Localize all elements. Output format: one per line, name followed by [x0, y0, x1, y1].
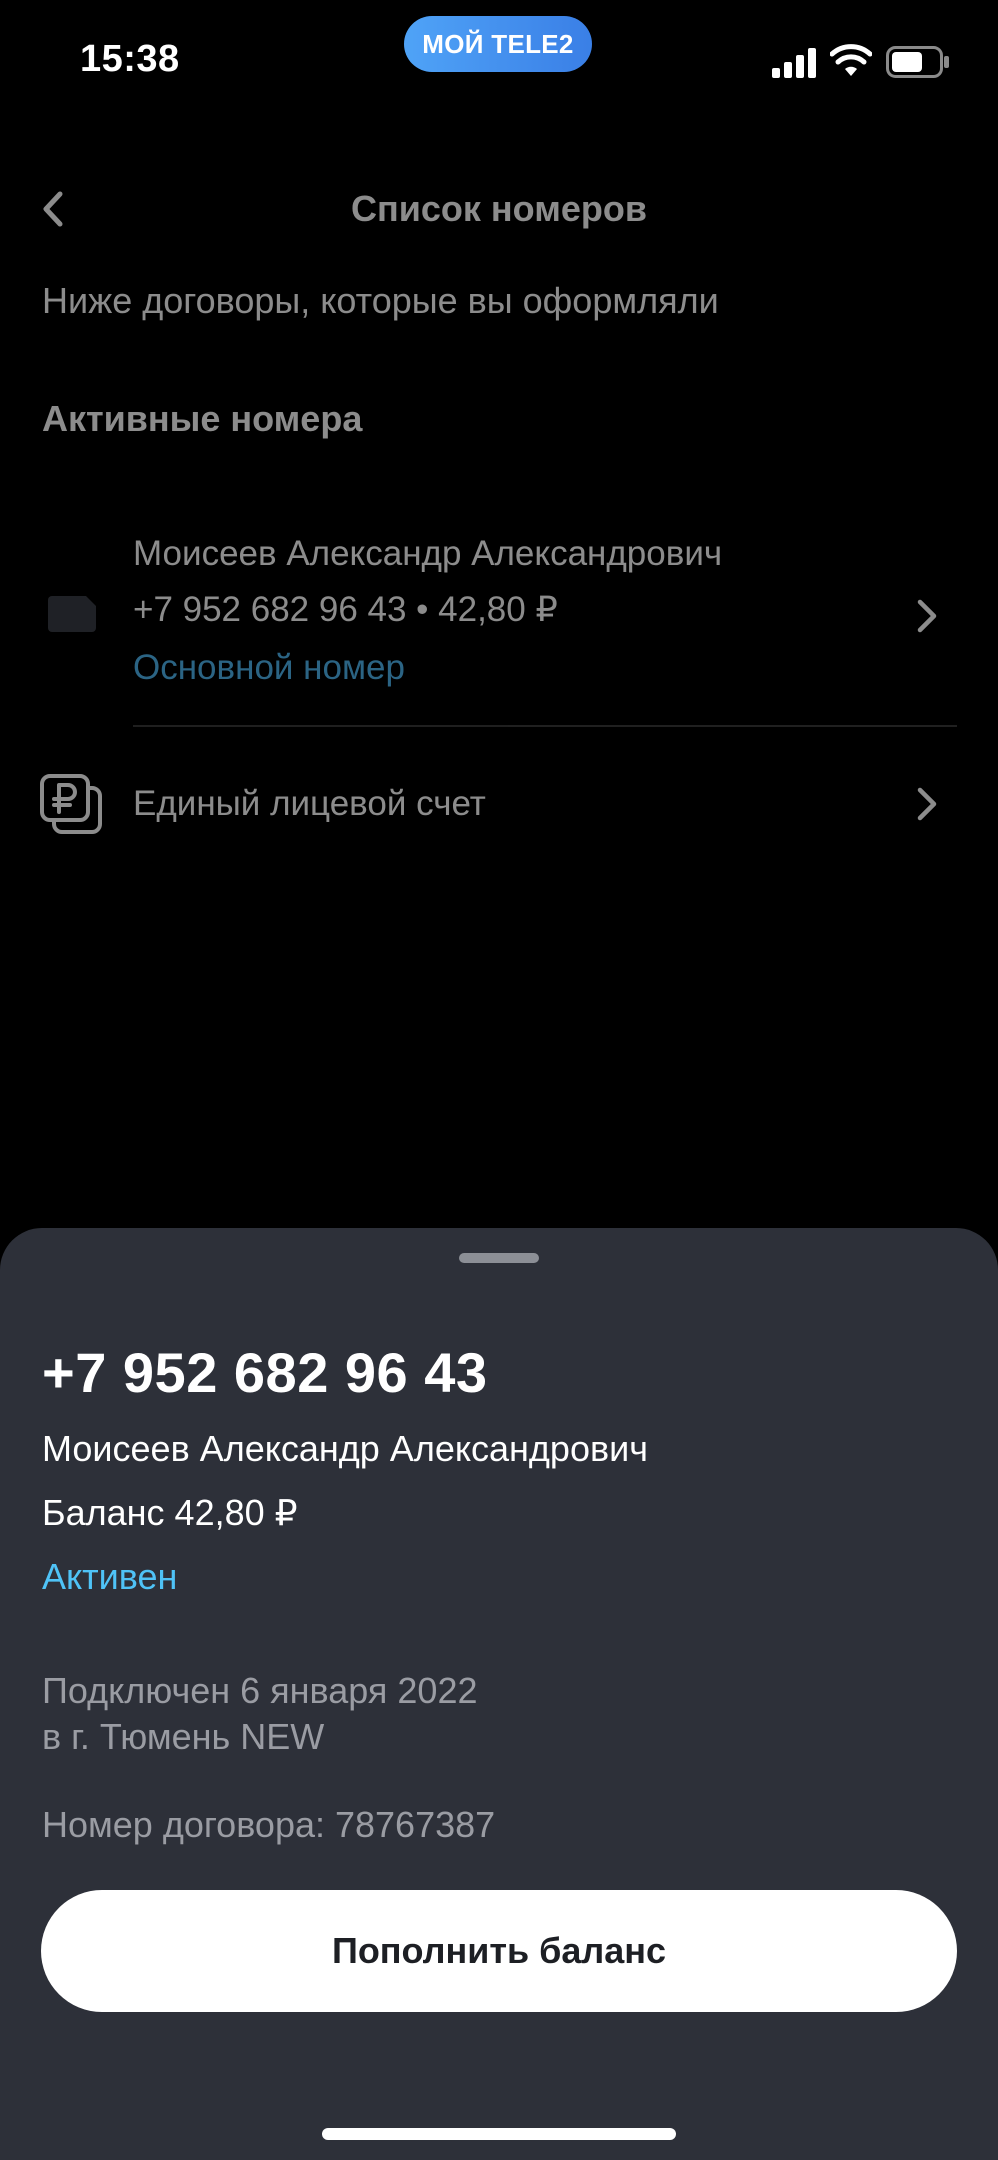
- page-title: Список номеров: [351, 188, 647, 229]
- sheet-owner-name: Моисеев Александр Александрович: [42, 1428, 648, 1469]
- chevron-right-icon: [917, 599, 937, 633]
- sheet-drag-handle[interactable]: [459, 1253, 539, 1263]
- chevron-right-icon: [917, 787, 937, 821]
- sheet-balance: Баланс 42,80 ₽: [42, 1492, 298, 1533]
- page-subtitle: Ниже договоры, которые вы оформляли: [42, 280, 719, 321]
- phone-screen: 15:38 МОЙ TELE2 Список номеров Ниже дого…: [0, 0, 998, 2160]
- home-indicator[interactable]: [322, 2128, 676, 2140]
- primary-number-tag: Основной номер: [133, 648, 405, 687]
- connection-region: в г. Тюмень NEW: [42, 1716, 325, 1757]
- list-divider: [133, 725, 957, 727]
- wifi-icon: [830, 44, 872, 76]
- connection-info: Подключен 6 января 2022 в г. Тюмень NEW: [42, 1668, 477, 1760]
- carrier-pill[interactable]: МОЙ TELE2: [404, 16, 592, 72]
- status-bar: 15:38 МОЙ TELE2: [0, 0, 998, 120]
- nav-header: Список номеров: [0, 150, 998, 270]
- sim-card-icon: [48, 596, 96, 632]
- signal-icon: [772, 48, 816, 78]
- status-time: 15:38: [80, 38, 180, 80]
- status-badge: Активен: [42, 1556, 178, 1597]
- sheet-phone-number: +7 952 682 96 43: [42, 1341, 488, 1404]
- top-up-balance-button[interactable]: Пополнить баланс: [41, 1890, 957, 2012]
- number-owner-name: Моисеев Александр Александрович: [133, 534, 723, 573]
- unified-account-item[interactable]: Единый лицевой счет: [0, 760, 998, 880]
- battery-icon: [886, 46, 949, 78]
- background-content: Список номеров Ниже договоры, которые вы…: [0, 120, 998, 1230]
- ruble-account-icon: [40, 774, 102, 834]
- unified-account-label: Единый лицевой счет: [133, 784, 486, 823]
- number-details: +7 952 682 96 43 • 42,80 ₽: [133, 590, 558, 629]
- connection-date: Подключен 6 января 2022: [42, 1670, 478, 1711]
- number-list-item[interactable]: Моисеев Александр Александрович +7 952 6…: [0, 520, 998, 720]
- section-title-active-numbers: Активные номера: [42, 398, 363, 439]
- contract-number: Номер договора: 78767387: [42, 1804, 496, 1845]
- number-details-sheet: +7 952 682 96 43 Моисеев Александр Алекс…: [0, 1228, 998, 2160]
